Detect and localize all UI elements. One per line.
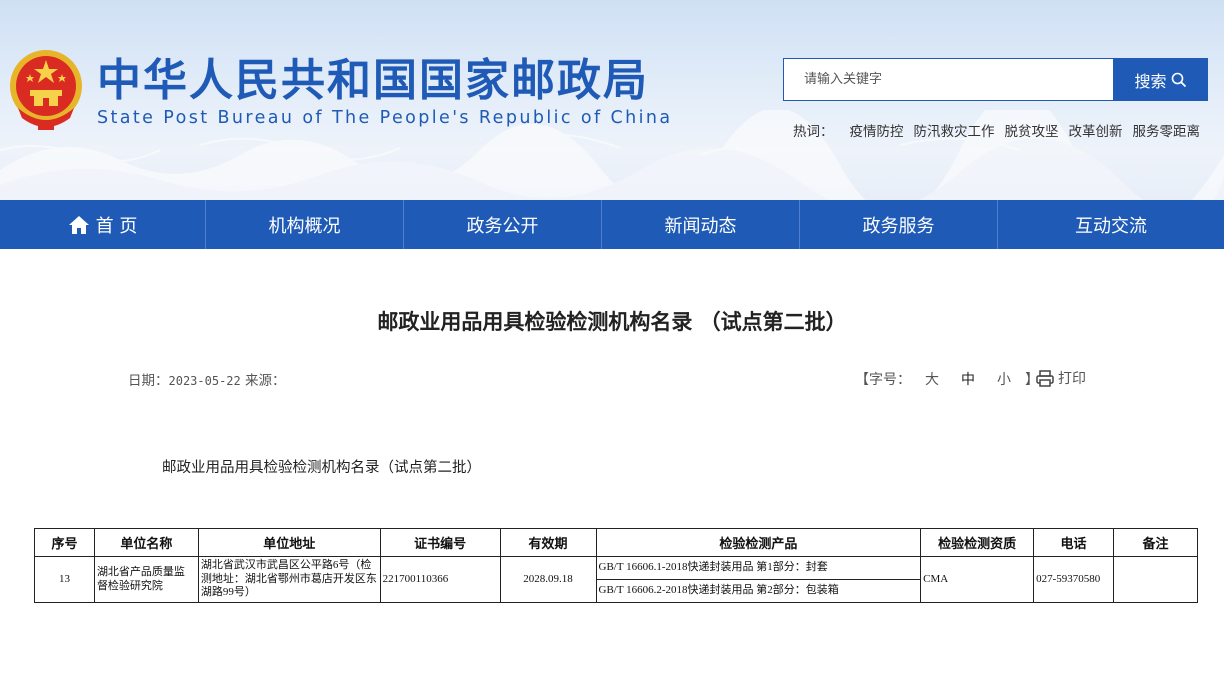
hotword-link[interactable]: 防汛救灾工作 <box>914 120 995 140</box>
nav-item-interaction[interactable]: 互动交流 <box>998 200 1224 249</box>
institution-address: 湖北省武汉市武昌区公平路6号（检测地址：湖北省鄂州市葛店开发区东湖路99号） <box>197 556 381 603</box>
validity-date: 2028.09.18 <box>499 556 597 603</box>
print-label: 打印 <box>1058 371 1086 387</box>
nav-item-about[interactable]: 机构概况 <box>206 200 404 249</box>
hotword-link[interactable]: 疫情防控 <box>850 120 904 140</box>
search-button-label: 搜索 <box>1134 71 1167 91</box>
table-header: 备注 <box>1113 528 1198 557</box>
site-subtitle: State Post Bureau of The People's Republ… <box>97 108 673 128</box>
nav-item-label: 机构概况 <box>268 215 341 237</box>
remark <box>1113 556 1198 603</box>
certificate-number: 221700110366 <box>379 556 501 603</box>
publish-date: 2023-05-22 <box>168 374 241 388</box>
row-number: 13 <box>34 556 95 603</box>
font-size-medium[interactable]: 中 <box>953 369 983 389</box>
site-title: 中华人民共和国国家邮政局 <box>97 55 649 106</box>
phone-number: 027-59370580 <box>1033 556 1115 603</box>
search-icon <box>1171 72 1186 87</box>
nav-item-home[interactable]: 首 页 <box>0 200 206 249</box>
article-title: 邮政业用品用具检验检测机构名录 （试点第二批） <box>377 310 847 334</box>
table-header: 电话 <box>1033 528 1115 557</box>
nav-item-news[interactable]: 新闻动态 <box>602 200 800 249</box>
product-standard: GB/T 16606.1-2018快递封装用品 第1部分：封套 <box>595 556 922 580</box>
table-header: 证书编号 <box>379 528 501 557</box>
home-icon <box>68 215 89 234</box>
font-size-prefix: 【字号： <box>855 372 911 388</box>
font-size-small[interactable]: 小 <box>989 369 1019 389</box>
table-header: 检验检测资质 <box>920 528 1035 557</box>
nav-item-label: 互动交流 <box>1075 215 1147 237</box>
national-emblem-icon <box>10 50 82 130</box>
table-row: 13 湖北省产品质量监督检验研究院 湖北省武汉市武昌区公平路6号（检测地址：湖北… <box>34 556 1198 603</box>
table-header: 有效期 <box>499 528 597 557</box>
site-header: 中华人民共和国国家邮政局 State Post Bureau of The Pe… <box>0 0 1224 200</box>
hotwords-bar: 热词： 疫情防控 防汛救灾工作 脱贫攻坚 改革创新 服务零距离 <box>793 120 1200 140</box>
main-nav: 首 页 机构概况 政务公开 新闻动态 政务服务 互动交流 <box>0 200 1224 249</box>
printer-icon <box>1036 369 1054 387</box>
hotword-link[interactable]: 服务零距离 <box>1133 120 1201 140</box>
nav-item-label: 新闻动态 <box>664 215 737 237</box>
hotwords-label: 热词： <box>793 124 834 140</box>
nav-item-services[interactable]: 政务服务 <box>800 200 998 249</box>
article-meta: 日期：2023-05-22 来源： <box>128 369 286 389</box>
font-size-large[interactable]: 大 <box>917 369 947 389</box>
nav-item-label: 首 页 <box>95 215 138 237</box>
nav-item-label: 政务公开 <box>466 215 539 237</box>
institution-table: 序号 单位名称 单位地址 证书编号 有效期 检验检测产品 检验检测资质 电话 备… <box>34 528 1198 603</box>
hotword-link[interactable]: 改革创新 <box>1069 120 1123 140</box>
print-button[interactable]: 打印 <box>1036 368 1086 388</box>
qualification: CMA <box>920 556 1035 603</box>
institution-name: 湖北省产品质量监督检验研究院 <box>93 556 199 603</box>
search-box <box>783 58 1114 101</box>
table-header: 检验检测产品 <box>595 528 922 557</box>
table-header-row: 序号 单位名称 单位地址 证书编号 有效期 检验检测产品 检验检测资质 电话 备… <box>34 528 1198 557</box>
table-header: 单位地址 <box>197 528 381 557</box>
product-standard: GB/T 16606.2-2018快递封装用品 第2部分：包装箱 <box>595 579 922 603</box>
font-size-switcher: 【字号： 大 中 小 】 <box>855 369 1039 389</box>
table-header: 单位名称 <box>93 528 199 557</box>
search-button[interactable]: 搜索 <box>1113 58 1208 101</box>
hotword-link[interactable]: 脱贫攻坚 <box>1005 120 1059 140</box>
search-input[interactable] <box>784 59 1114 100</box>
date-label: 日期： <box>128 373 169 389</box>
table-header: 序号 <box>34 528 95 557</box>
nav-item-government-affairs[interactable]: 政务公开 <box>404 200 602 249</box>
source-label: 来源： <box>245 373 286 389</box>
nav-item-label: 政务服务 <box>862 215 935 237</box>
article-subheading: 邮政业用品用具检验检测机构名录（试点第二批） <box>162 460 481 476</box>
